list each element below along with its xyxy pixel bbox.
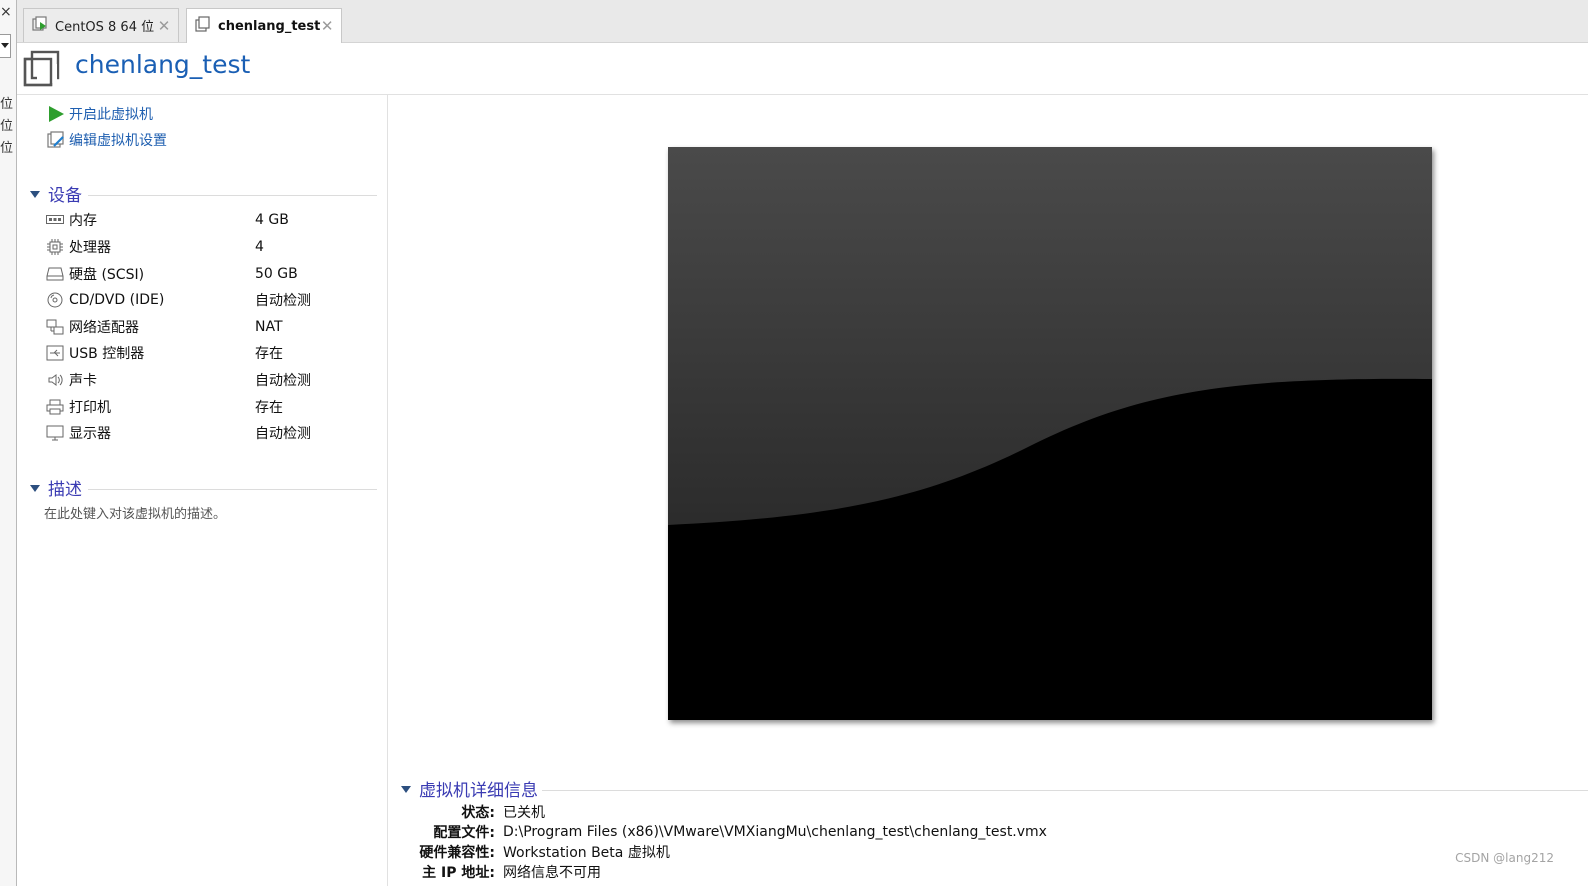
- divider: [88, 194, 377, 196]
- cd-dvd-icon: [45, 291, 65, 309]
- device-name: 内存: [69, 213, 97, 229]
- library-item-fragment[interactable]: 位: [0, 93, 13, 112]
- detail-row-primary-ip: 主 IP 地址: 网络信息不可用: [400, 862, 601, 882]
- device-value: 4: [255, 239, 264, 255]
- collapse-triangle-icon[interactable]: [30, 484, 40, 492]
- device-name: 打印机: [69, 400, 111, 416]
- vm-icon: [23, 49, 61, 91]
- device-name: 声卡: [69, 373, 97, 389]
- hard-disk-icon: [45, 265, 65, 283]
- detail-key: 主 IP 地址:: [422, 865, 495, 881]
- edit-settings-button[interactable]: 编辑虚拟机设置: [47, 129, 167, 151]
- usb-controller-icon: [45, 344, 65, 362]
- device-row-memory[interactable]: 内存 4 GB: [45, 208, 365, 232]
- tab-chenlang-test[interactable]: chenlang_test ✕: [186, 8, 342, 43]
- device-row-cd-dvd[interactable]: CD/DVD (IDE) 自动检测: [45, 288, 365, 312]
- device-row-display[interactable]: 显示器 自动检测: [45, 421, 365, 445]
- device-row-sound-card[interactable]: 声卡 自动检测: [45, 368, 365, 392]
- running-vm-icon: [32, 15, 48, 36]
- detail-row-state: 状态: 已关机: [400, 802, 545, 822]
- device-row-processor[interactable]: 处理器 4: [45, 235, 365, 259]
- detail-key: 配置文件:: [433, 825, 495, 841]
- device-name: 处理器: [69, 240, 111, 256]
- device-name: CD/DVD (IDE): [69, 292, 165, 308]
- detail-value: 已关机: [503, 805, 545, 821]
- printer-icon: [45, 398, 65, 416]
- collapse-triangle-icon[interactable]: [30, 190, 40, 198]
- device-value: 自动检测: [255, 426, 311, 442]
- detail-value: 网络信息不可用: [503, 865, 601, 881]
- device-name: USB 控制器: [69, 346, 145, 362]
- device-value: 自动检测: [255, 293, 311, 309]
- thumbnail-graphic: [668, 147, 1432, 720]
- divider: [542, 789, 1588, 791]
- vm-summary-panel: 开启此虚拟机 编辑虚拟机设置 设备 内存 4 GB 处理器 4 硬盘 (SCSI…: [17, 95, 388, 886]
- device-row-printer[interactable]: 打印机 存在: [45, 395, 365, 419]
- device-name: 网络适配器: [69, 320, 139, 336]
- vm-screen-thumbnail[interactable]: [668, 147, 1432, 720]
- device-row-hard-disk[interactable]: 硬盘 (SCSI) 50 GB: [45, 262, 365, 286]
- processor-icon: [45, 238, 65, 256]
- device-value: 存在: [255, 400, 283, 416]
- device-name: 硬盘 (SCSI): [69, 267, 145, 283]
- memory-icon: [45, 211, 65, 229]
- library-item-fragment[interactable]: 位: [0, 137, 13, 156]
- device-row-usb-controller[interactable]: USB 控制器 存在: [45, 341, 365, 365]
- detail-key: 硬件兼容性:: [419, 845, 495, 861]
- devices-section-header[interactable]: 设备: [30, 182, 377, 206]
- watermark: CSDN @lang212: [1455, 851, 1554, 865]
- device-value: 4 GB: [255, 212, 289, 228]
- library-panel-edge: × 位 位 位: [0, 0, 17, 886]
- tab-label: chenlang_test: [218, 18, 321, 34]
- vm-details-section-header[interactable]: 虚拟机详细信息: [401, 776, 1588, 801]
- edit-settings-label: 编辑虚拟机设置: [69, 133, 167, 149]
- close-icon[interactable]: ✕: [157, 17, 171, 35]
- close-icon[interactable]: ✕: [320, 17, 334, 35]
- network-adapter-icon: [45, 318, 65, 336]
- description-section-header[interactable]: 描述: [30, 476, 377, 500]
- section-title: 描述: [48, 479, 82, 500]
- library-close-icon[interactable]: ×: [0, 4, 12, 20]
- device-value: 存在: [255, 346, 283, 362]
- library-item-fragment[interactable]: 位: [0, 115, 13, 134]
- collapse-triangle-icon[interactable]: [401, 785, 411, 793]
- device-value: 自动检测: [255, 373, 311, 389]
- device-row-network-adapter[interactable]: 网络适配器 NAT: [45, 315, 365, 339]
- detail-key: 状态:: [461, 805, 495, 821]
- edit-settings-icon: [47, 131, 65, 149]
- power-on-button[interactable]: 开启此虚拟机: [47, 103, 153, 125]
- device-value: 50 GB: [255, 266, 298, 282]
- divider: [88, 488, 377, 490]
- tab-label: CentOS 8 64 位: [55, 20, 155, 35]
- section-title: 虚拟机详细信息: [419, 780, 538, 801]
- library-dropdown[interactable]: [0, 34, 11, 58]
- vm-header: chenlang_test: [17, 43, 1588, 95]
- page-title: chenlang_test: [75, 50, 251, 79]
- vm-icon: [195, 16, 211, 36]
- description-input[interactable]: 在此处键入对该虚拟机的描述。: [44, 503, 226, 522]
- device-name: 显示器: [69, 426, 111, 442]
- detail-value: Workstation Beta 虚拟机: [503, 845, 670, 861]
- section-title: 设备: [48, 185, 82, 206]
- detail-row-hardware-compat: 硬件兼容性: Workstation Beta 虚拟机: [400, 842, 670, 862]
- play-icon: [47, 105, 65, 123]
- display-icon: [45, 424, 65, 442]
- tab-centos[interactable]: CentOS 8 64 位 ✕: [23, 8, 179, 42]
- detail-value: D:\Program Files (x86)\VMware\VMXiangMu\…: [503, 824, 1047, 840]
- device-value: NAT: [255, 319, 283, 335]
- sound-card-icon: [45, 371, 65, 389]
- tab-bar: CentOS 8 64 位 ✕ chenlang_test ✕: [17, 0, 1588, 43]
- power-on-label: 开启此虚拟机: [69, 107, 153, 123]
- detail-row-config-file: 配置文件: D:\Program Files (x86)\VMware\VMXi…: [400, 822, 1047, 842]
- vmware-workstation-window: × 位 位 位 CentOS 8 64 位 ✕ chenlang_test ✕ …: [0, 0, 1588, 886]
